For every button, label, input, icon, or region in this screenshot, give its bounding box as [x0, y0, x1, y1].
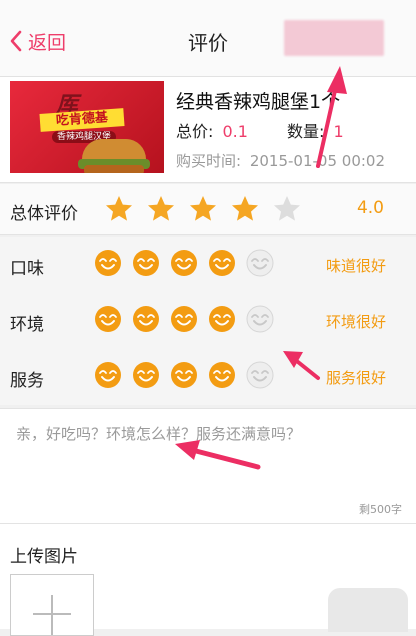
smiley-empty-icon[interactable]	[246, 305, 274, 333]
upload-section: 上传图片	[0, 524, 416, 636]
face-rating[interactable]	[94, 305, 274, 333]
star-filled-icon[interactable]	[188, 194, 218, 224]
smiley-filled-icon[interactable]	[208, 249, 236, 277]
smiley-filled-icon[interactable]	[94, 361, 122, 389]
face-rating[interactable]	[94, 249, 274, 277]
rating-label: 环境	[10, 315, 44, 335]
smiley-filled-icon[interactable]	[170, 249, 198, 277]
smiley-filled-icon[interactable]	[132, 361, 160, 389]
product-image-decor: 厍	[56, 93, 79, 118]
rating-row-environment: 环境 环境很好	[0, 293, 416, 349]
smiley-filled-icon[interactable]	[132, 305, 160, 333]
smiley-filled-icon[interactable]	[94, 305, 122, 333]
overall-label: 总体评价	[10, 204, 78, 224]
star-filled-icon[interactable]	[104, 194, 134, 224]
product-card[interactable]: 厍 吃肯德基 香辣鸡腿汉堡 经典香辣鸡腿堡1个 总价: 0.1 数量: 1 购买…	[0, 77, 416, 183]
product-image-brand: 吃肯德基	[39, 108, 125, 132]
image-placeholder	[328, 588, 408, 632]
qty-value: 1	[333, 122, 344, 141]
smiley-filled-icon[interactable]	[170, 305, 198, 333]
purchase-time-label: 购买时间:	[176, 152, 242, 170]
burger-patty	[84, 165, 144, 173]
purchase-time-value: 2015-01-05 00:02	[249, 152, 386, 170]
star-filled-icon[interactable]	[230, 194, 260, 224]
comment-placeholder: 亲，好吃吗？环境怎么样？服务还满意吗？	[16, 425, 302, 443]
smiley-filled-icon[interactable]	[208, 361, 236, 389]
overall-score: 4.0	[356, 198, 384, 218]
price-value: 0.1	[222, 122, 248, 141]
smiley-filled-icon[interactable]	[208, 305, 236, 333]
rating-text: 环境很好	[325, 313, 386, 331]
star-empty-icon[interactable]	[272, 194, 302, 224]
star-rating[interactable]	[104, 194, 302, 224]
face-rating[interactable]	[94, 361, 274, 389]
star-filled-icon[interactable]	[146, 194, 176, 224]
rating-label: 口味	[10, 259, 44, 279]
smiley-filled-icon[interactable]	[94, 249, 122, 277]
char-counter: 剩500字	[359, 503, 402, 516]
rating-row-taste: 口味 味道很好	[0, 237, 416, 293]
comment-textarea[interactable]: 亲，好吃吗？环境怎么样？服务还满意吗？ 剩500字	[0, 408, 416, 524]
product-image: 厍 吃肯德基 香辣鸡腿汉堡	[10, 81, 164, 173]
price-label: 总价:	[176, 122, 214, 141]
product-price-row: 总价: 0.1 数量: 1	[176, 118, 344, 142]
overall-rating: 总体评价 4.0	[0, 184, 416, 235]
upload-label: 上传图片	[10, 547, 78, 567]
rating-row-service: 服务 服务很好	[0, 349, 416, 405]
purchase-time: 购买时间: 2015-01-05 00:02	[176, 150, 385, 171]
smiley-filled-icon[interactable]	[170, 361, 198, 389]
blurred-region	[284, 20, 384, 56]
smiley-filled-icon[interactable]	[132, 249, 160, 277]
rating-label: 服务	[10, 371, 44, 391]
product-name: 经典香辣鸡腿堡1个	[176, 91, 341, 113]
smiley-empty-icon[interactable]	[246, 361, 274, 389]
smiley-empty-icon[interactable]	[246, 249, 274, 277]
nav-bar: 返回 评价	[0, 0, 416, 77]
add-photo-button[interactable]	[10, 574, 94, 636]
qty-label: 数量:	[287, 122, 325, 141]
rating-text: 味道很好	[325, 257, 386, 275]
rating-text: 服务很好	[325, 369, 386, 387]
